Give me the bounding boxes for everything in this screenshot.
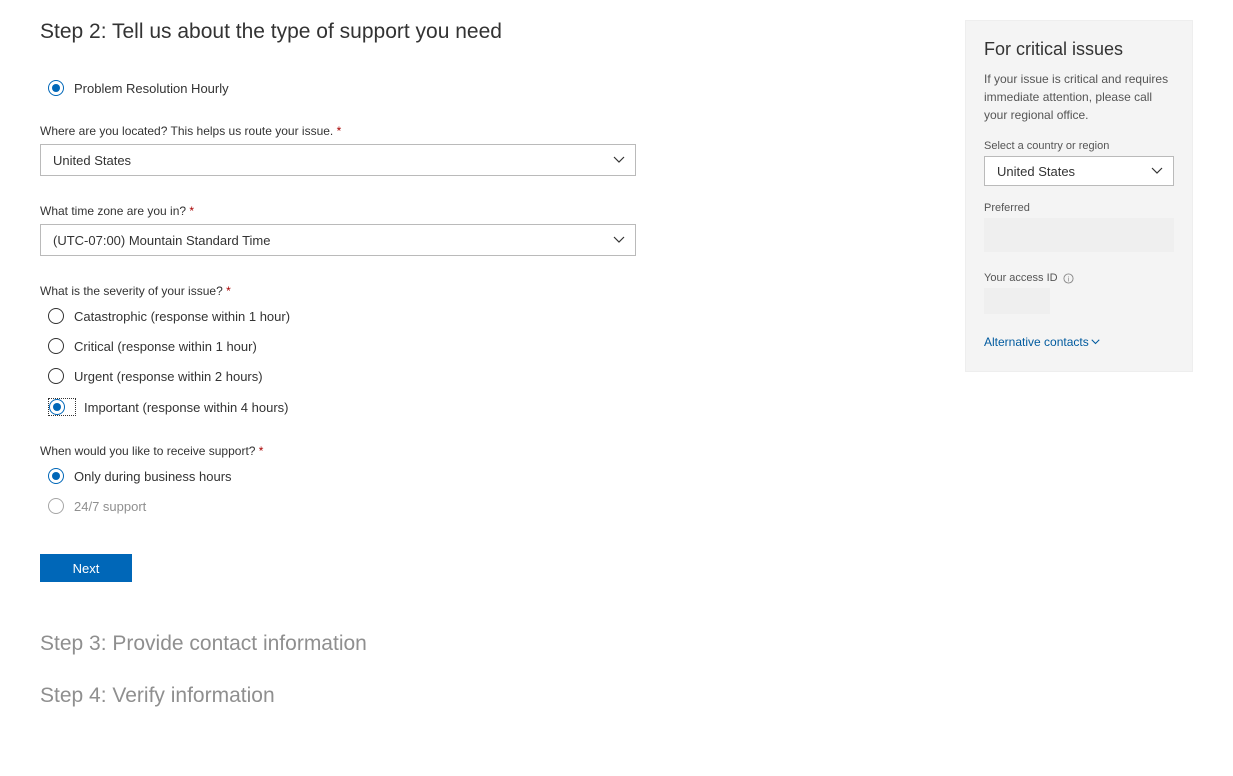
required-asterisk: *	[337, 124, 342, 138]
sidebar-title: For critical issues	[984, 39, 1174, 60]
support-hours-label: When would you like to receive support? …	[40, 444, 640, 458]
step2-title: Step 2: Tell us about the type of suppor…	[40, 20, 640, 44]
radio-label: 24/7 support	[74, 499, 146, 514]
timezone-value: (UTC-07:00) Mountain Standard Time	[53, 233, 270, 248]
timezone-label: What time zone are you in? *	[40, 204, 640, 218]
radio-business-hours[interactable]: Only during business hours	[48, 468, 640, 484]
alternative-contacts-link[interactable]: Alternative contacts	[984, 335, 1100, 349]
radio-problem-resolution-hourly[interactable]: Problem Resolution Hourly	[48, 80, 640, 96]
radio-icon	[48, 498, 64, 514]
radio-label: Important (response within 4 hours)	[84, 400, 288, 415]
chevron-down-icon	[613, 234, 625, 246]
location-value: United States	[53, 153, 131, 168]
chevron-down-icon	[613, 154, 625, 166]
radio-severity-urgent[interactable]: Urgent (response within 2 hours)	[48, 368, 640, 384]
radio-label: Only during business hours	[74, 469, 232, 484]
radio-icon	[48, 338, 64, 354]
critical-issues-panel: For critical issues If your issue is cri…	[965, 20, 1193, 372]
required-asterisk: *	[189, 204, 194, 218]
svg-text:i: i	[1067, 274, 1069, 283]
radio-severity-important[interactable]: Important (response within 4 hours)	[48, 398, 640, 416]
preferred-value-box	[984, 218, 1174, 252]
chevron-down-icon	[1151, 165, 1163, 177]
region-value: United States	[997, 164, 1075, 179]
access-id-label: Your access ID i	[984, 272, 1174, 284]
required-asterisk: *	[226, 284, 231, 298]
radio-247-support: 24/7 support	[48, 498, 640, 514]
radio-severity-catastrophic[interactable]: Catastrophic (response within 1 hour)	[48, 308, 640, 324]
radio-icon	[48, 80, 64, 96]
next-button[interactable]: Next	[40, 554, 132, 582]
radio-label: Urgent (response within 2 hours)	[74, 369, 263, 384]
location-label: Where are you located? This helps us rou…	[40, 124, 640, 138]
radio-icon	[48, 368, 64, 384]
radio-severity-critical[interactable]: Critical (response within 1 hour)	[48, 338, 640, 354]
region-label: Select a country or region	[984, 140, 1174, 152]
preferred-label: Preferred	[984, 202, 1174, 214]
radio-label: Catastrophic (response within 1 hour)	[74, 309, 290, 324]
radio-icon	[48, 308, 64, 324]
radio-icon	[48, 468, 64, 484]
radio-label: Problem Resolution Hourly	[74, 81, 229, 96]
radio-icon	[49, 399, 65, 415]
required-asterisk: *	[259, 444, 264, 458]
radio-label: Critical (response within 1 hour)	[74, 339, 257, 354]
severity-label: What is the severity of your issue? *	[40, 284, 640, 298]
sidebar-description: If your issue is critical and requires i…	[984, 70, 1174, 124]
info-icon[interactable]: i	[1063, 273, 1074, 284]
access-id-value-box	[984, 288, 1050, 314]
step4-title: Step 4: Verify information	[40, 684, 640, 708]
timezone-select[interactable]: (UTC-07:00) Mountain Standard Time	[40, 224, 636, 256]
region-select[interactable]: United States	[984, 156, 1174, 186]
step3-title: Step 3: Provide contact information	[40, 632, 640, 656]
location-select[interactable]: United States	[40, 144, 636, 176]
